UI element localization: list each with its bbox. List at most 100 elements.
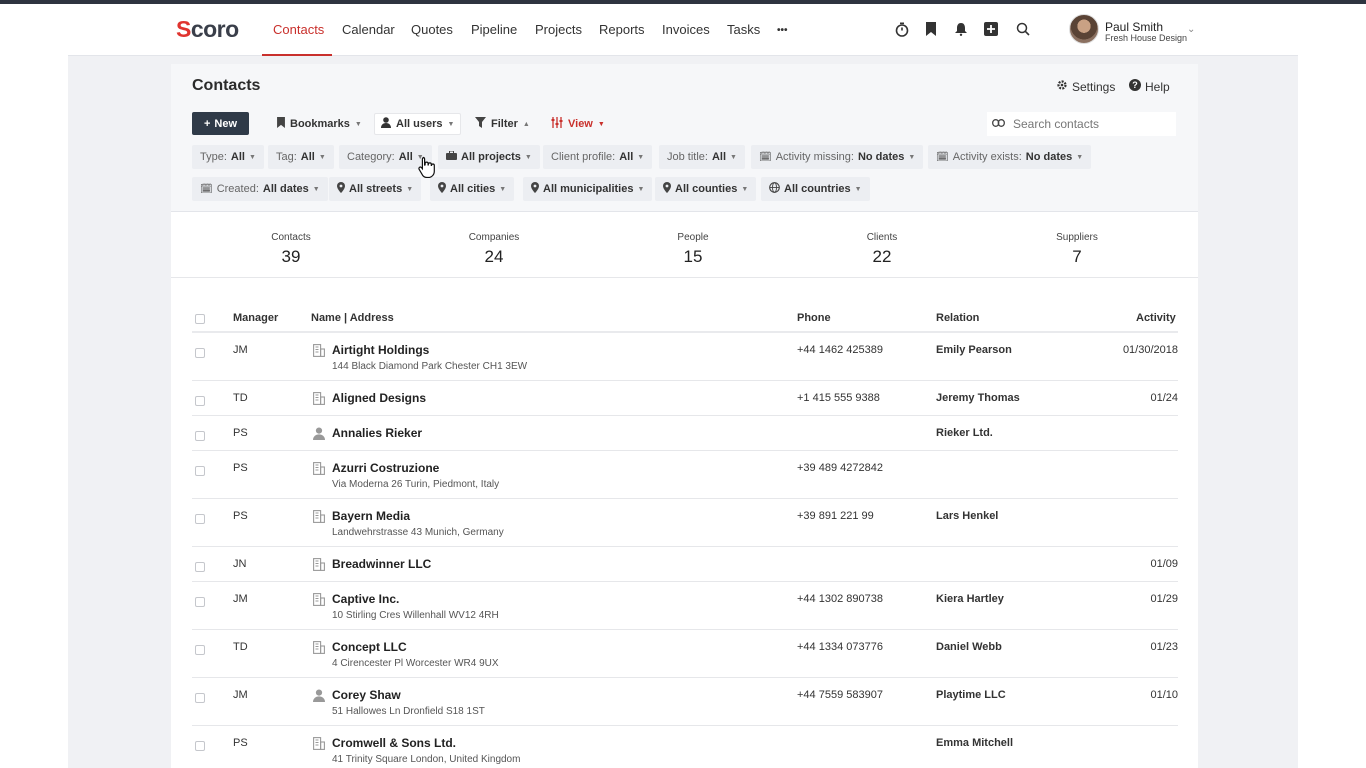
filter-activity-exists[interactable]: 🗓 Activity exists: No dates ▼ (928, 145, 1092, 169)
contact-relation[interactable]: Jeremy Thomas (936, 392, 1020, 404)
bookmark-icon[interactable] (920, 18, 942, 40)
contact-name-link[interactable]: Concept LLC (332, 640, 407, 654)
stat-value: 22 (872, 247, 892, 266)
nav-projects[interactable]: Projects (535, 22, 582, 37)
filter-toggle[interactable]: Filter ▲ (469, 113, 536, 135)
nav-reports[interactable]: Reports (599, 22, 645, 37)
filter-cities[interactable]: All cities ▼ (430, 177, 515, 201)
contact-phone[interactable]: +44 7559 583907 (797, 689, 883, 701)
contact-relation[interactable]: Daniel Webb (936, 641, 1002, 653)
stat-companies[interactable]: Companies 24 (434, 232, 554, 267)
briefcase-icon (446, 150, 457, 163)
timer-icon[interactable] (891, 18, 913, 40)
filter-activity-missing[interactable]: 🗓 Activity missing: No dates ▼ (751, 145, 924, 169)
link-icon[interactable] (987, 118, 1009, 130)
contact-phone[interactable]: +39 489 4272842 (797, 462, 883, 474)
settings-link[interactable]: Settings (1056, 79, 1115, 94)
manager-initials: PS (233, 462, 248, 474)
contact-name-link[interactable]: Bayern Media (332, 509, 410, 523)
contact-relation[interactable]: Emma Mitchell (936, 737, 1013, 749)
gear-icon (1056, 79, 1068, 94)
column-header-activity[interactable]: Activity (1136, 312, 1176, 324)
filter-created[interactable]: 🗓 Created: All dates ▼ (192, 177, 328, 201)
filter-municipalities[interactable]: All municipalities ▼ (523, 177, 653, 201)
column-header-phone[interactable]: Phone (797, 312, 831, 324)
nav-calendar[interactable]: Calendar (342, 22, 395, 37)
row-checkbox[interactable] (195, 562, 205, 572)
row-checkbox[interactable] (195, 693, 205, 703)
header-divider (192, 331, 1178, 333)
stat-contacts[interactable]: Contacts 39 (231, 232, 351, 267)
manager-initials: PS (233, 427, 248, 439)
user-name[interactable]: Paul Smith (1105, 20, 1163, 34)
nav-more-button[interactable]: ••• (777, 25, 788, 36)
contact-phone[interactable]: +1 415 555 9388 (797, 392, 880, 404)
stat-clients[interactable]: Clients 22 (822, 232, 942, 267)
contact-name-link[interactable]: Annalies Rieker (332, 426, 422, 440)
row-checkbox[interactable] (195, 597, 205, 607)
nav-quotes[interactable]: Quotes (411, 22, 453, 37)
filter-countries[interactable]: All countries ▼ (761, 177, 870, 201)
nav-invoices[interactable]: Invoices (662, 22, 710, 37)
view-dropdown[interactable]: View ▼ (545, 113, 611, 135)
contact-name-link[interactable]: Azurri Costruzione (332, 461, 439, 475)
nav-contacts[interactable]: Contacts (273, 22, 324, 37)
user-menu-chevron-icon[interactable]: ⌄ (1187, 24, 1195, 35)
contact-relation[interactable]: Playtime LLC (936, 689, 1006, 701)
users-dropdown[interactable]: All users ▼ (374, 113, 462, 135)
panel-header: Contacts Settings ? Help + New Bookmarks (171, 64, 1198, 212)
column-header-manager[interactable]: Manager (233, 312, 278, 324)
search-box (987, 112, 1176, 136)
column-header-relation[interactable]: Relation (936, 312, 979, 324)
filter-job-title[interactable]: Job title: All ▼ (659, 145, 745, 169)
contact-phone[interactable]: +44 1302 890738 (797, 593, 883, 605)
app-frame: Scoro Contacts Calendar Quotes Pipeline … (68, 4, 1298, 768)
contact-relation[interactable]: Kiera Hartley (936, 593, 1004, 605)
scoro-logo[interactable]: Scoro (176, 16, 239, 43)
user-avatar[interactable] (1069, 14, 1099, 44)
row-checkbox[interactable] (195, 645, 205, 655)
filter-streets[interactable]: All streets ▼ (329, 177, 422, 201)
help-link[interactable]: ? Help (1129, 79, 1170, 94)
column-header-name[interactable]: Name | Address (311, 312, 394, 324)
nav-tasks[interactable]: Tasks (727, 22, 760, 37)
search-icon[interactable] (1012, 18, 1034, 40)
view-label: View (568, 118, 593, 130)
caret-down-icon: ▼ (524, 153, 532, 161)
contact-name-link[interactable]: Airtight Holdings (332, 343, 429, 357)
filter-client-profile[interactable]: Client profile: All ▼ (543, 145, 653, 169)
bookmarks-dropdown[interactable]: Bookmarks ▼ (271, 113, 368, 135)
filter-type[interactable]: Type: All ▼ (192, 145, 264, 169)
row-checkbox[interactable] (195, 741, 205, 751)
add-icon[interactable] (980, 18, 1002, 40)
contact-phone[interactable]: +39 891 221 99 (797, 510, 874, 522)
contact-name-link[interactable]: Corey Shaw (332, 688, 401, 702)
contact-name-link[interactable]: Captive Inc. (332, 592, 399, 606)
search-input[interactable] (1009, 117, 1169, 131)
contact-phone[interactable]: +44 1334 073776 (797, 641, 883, 653)
row-checkbox[interactable] (195, 514, 205, 524)
filter-tag[interactable]: Tag: All ▼ (268, 145, 334, 169)
row-checkbox[interactable] (195, 348, 205, 358)
contact-phone[interactable]: +44 1462 425389 (797, 344, 883, 356)
bell-icon[interactable] (950, 18, 972, 40)
contact-name-link[interactable]: Cromwell & Sons Ltd. (332, 736, 456, 750)
contact-name-link[interactable]: Breadwinner LLC (332, 557, 431, 571)
caret-down-icon: ▼ (908, 153, 916, 161)
contact-relation[interactable]: Emily Pearson (936, 344, 1012, 356)
contact-relation[interactable]: Rieker Ltd. (936, 427, 993, 439)
stats-divider (171, 277, 1198, 278)
stat-suppliers[interactable]: Suppliers 7 (1017, 232, 1137, 267)
row-checkbox[interactable] (195, 431, 205, 441)
row-checkbox[interactable] (195, 466, 205, 476)
contact-relation[interactable]: Lars Henkel (936, 510, 998, 522)
contact-name-link[interactable]: Aligned Designs (332, 391, 426, 405)
filter-counties[interactable]: All counties ▼ (655, 177, 757, 201)
nav-pipeline[interactable]: Pipeline (471, 22, 517, 37)
filter-projects[interactable]: All projects ▼ (438, 145, 540, 169)
new-button[interactable]: + New (192, 112, 249, 135)
calendar-icon: 🗓 (759, 151, 772, 163)
row-checkbox[interactable] (195, 396, 205, 406)
stat-people[interactable]: People 15 (633, 232, 753, 267)
select-all-checkbox[interactable] (195, 314, 205, 324)
